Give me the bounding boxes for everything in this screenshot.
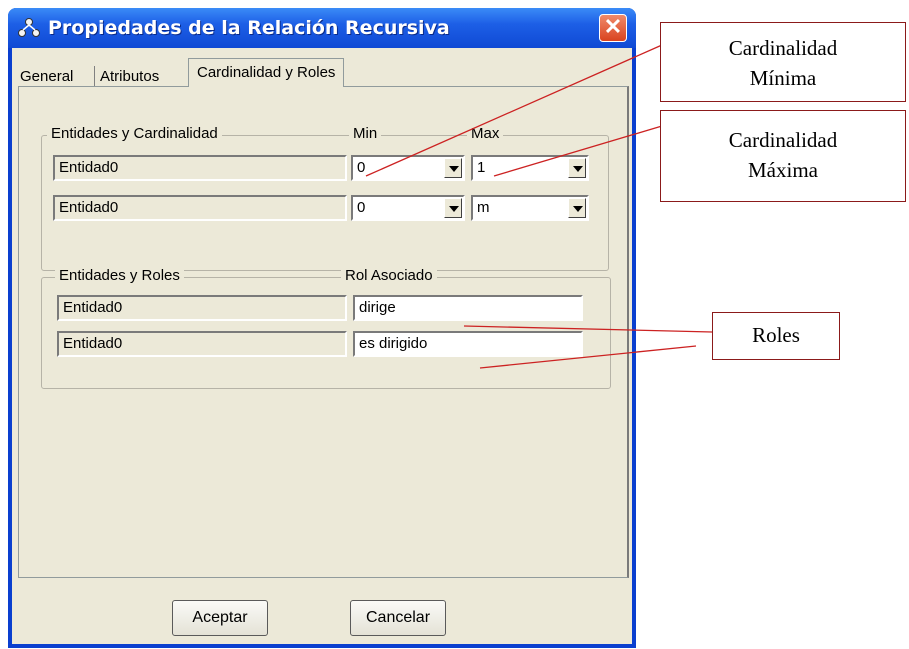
callout-min-line2: Mínima xyxy=(749,66,817,90)
max-connector-line xyxy=(493,125,663,177)
callout-min-line1: Cardinalidad xyxy=(728,36,838,60)
min-connector-line xyxy=(365,44,663,177)
callout-cardinalidad-maxima: Cardinalidad Máxima xyxy=(660,110,906,202)
callout-roles: Roles xyxy=(712,312,840,360)
callout-cardinalidad-minima: Cardinalidad Mínima xyxy=(660,22,906,102)
roles-connector-line-1 xyxy=(463,325,713,333)
callout-max-line2: Máxima xyxy=(748,158,818,182)
roles-connector-line-2 xyxy=(479,345,697,369)
callout-max-line1: Cardinalidad xyxy=(728,128,838,152)
